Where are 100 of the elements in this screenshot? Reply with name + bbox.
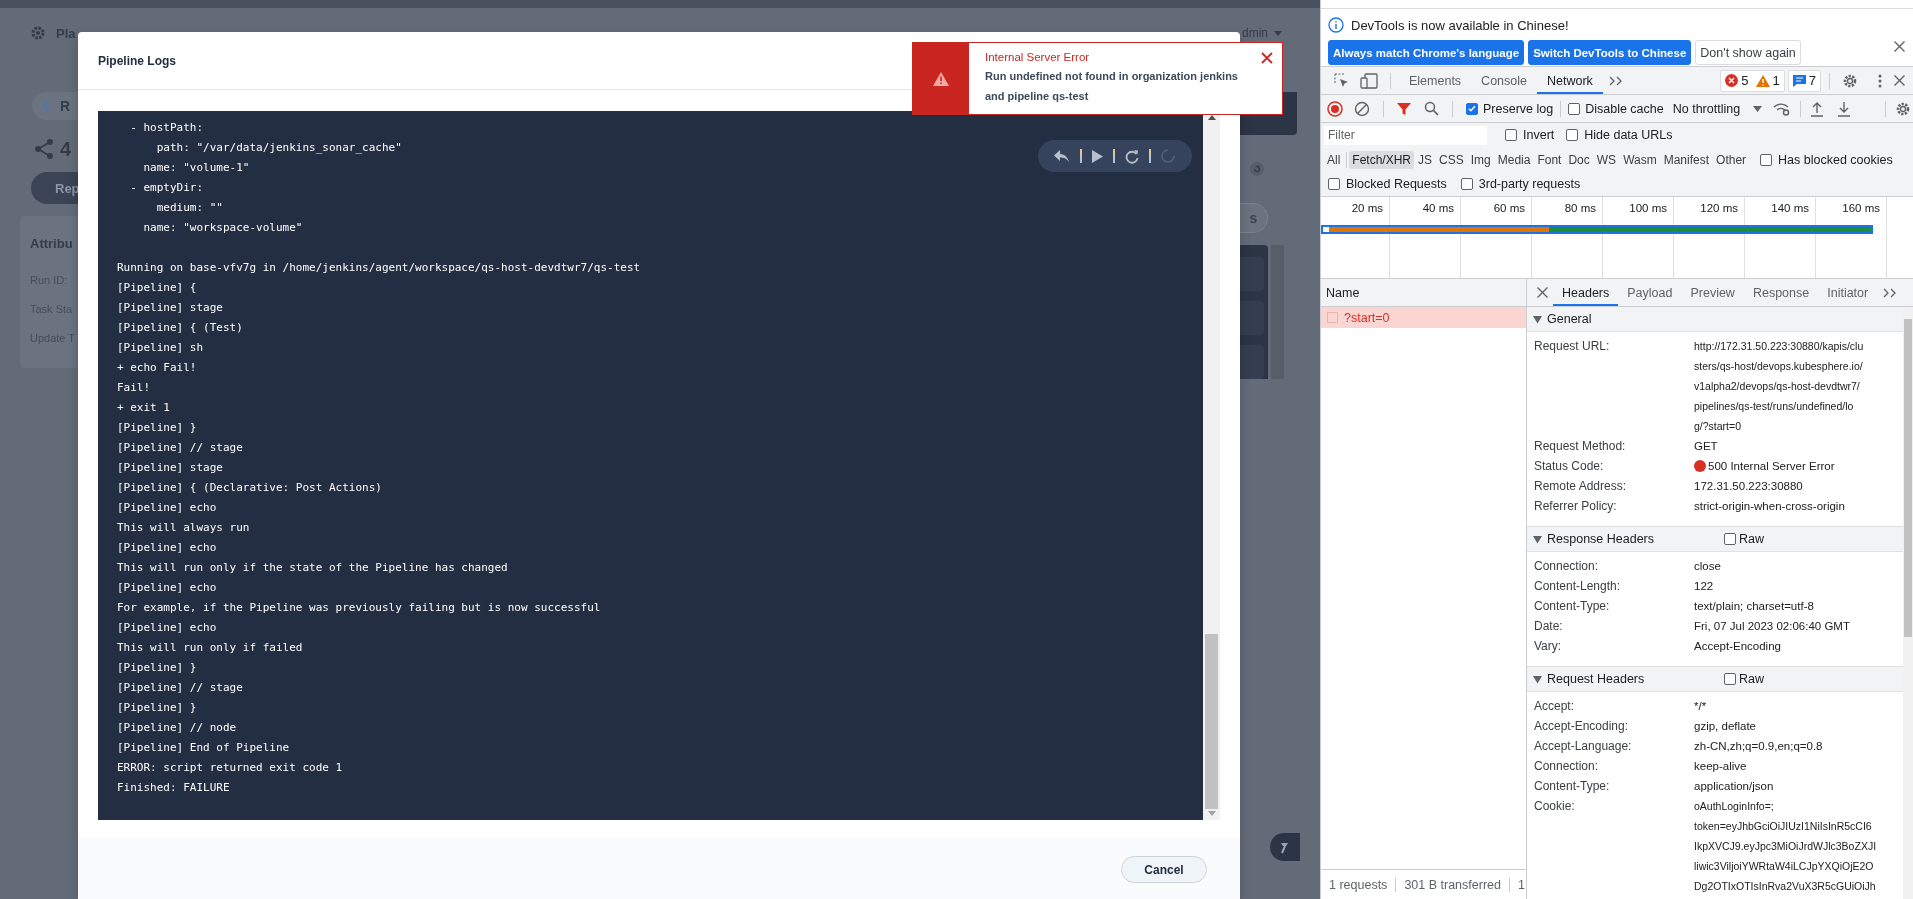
log-line: + echo Fail! bbox=[117, 360, 197, 376]
type-filter[interactable]: Other bbox=[1713, 150, 1750, 169]
type-filter[interactable]: JS bbox=[1415, 150, 1436, 169]
header-name: Referrer Policy: bbox=[1534, 498, 1618, 515]
header-name: Vary: bbox=[1534, 638, 1563, 655]
type-filter[interactable]: Font bbox=[1534, 150, 1565, 169]
log-line: Fail! bbox=[117, 380, 151, 396]
detail-tab[interactable]: Preview bbox=[1681, 279, 1744, 306]
log-line: For example, if the Pipeline was previously failing but is now successful bbox=[117, 600, 601, 616]
log-line: [Pipeline] } bbox=[117, 660, 197, 676]
header-value: strict-origin-when-cross-origin bbox=[1694, 499, 1845, 514]
header-name: Cookie: bbox=[1534, 798, 1576, 815]
header-name: Content-Type: bbox=[1534, 778, 1611, 795]
infobar-button[interactable]: Switch DevTools to Chinese bbox=[1528, 40, 1692, 65]
toast-message: Run undefined not found in organization jenkins and pipeline qs-test bbox=[985, 69, 1239, 104]
type-filter[interactable]: Media bbox=[1494, 150, 1534, 169]
type-filter[interactable]: All bbox=[1324, 150, 1344, 169]
header-value: Accept-Encoding bbox=[1694, 639, 1781, 654]
log-line: Finished: FAILURE bbox=[117, 780, 230, 796]
log-line: [Pipeline] stage bbox=[117, 300, 223, 316]
type-filter[interactable]: WS bbox=[1593, 150, 1620, 169]
type-filter[interactable]: Manifest bbox=[1660, 150, 1713, 169]
log-line: [Pipeline] { (Declarative: Post Actions) bbox=[117, 480, 382, 496]
log-line: path: "/var/data/jenkins_sonar_cache" bbox=[155, 140, 402, 156]
log-line: This will always run bbox=[117, 520, 250, 536]
filter-field[interactable]: Filter bbox=[1324, 125, 1487, 145]
option-label: Raw bbox=[1739, 672, 1764, 686]
header-value: Dg2OTIxOTIsInRva2VuX3R5cGUiOiJh bbox=[1694, 879, 1876, 894]
header-value: pipelines/qs-test/runs/undefined/lo bbox=[1694, 399, 1854, 414]
log-line: [Pipeline] // stage bbox=[117, 680, 243, 696]
option-label: 3rd-party requests bbox=[1478, 177, 1581, 191]
log-line: medium: "" bbox=[155, 200, 223, 216]
header-name: Request URL: bbox=[1534, 338, 1611, 355]
log-line: [Pipeline] } bbox=[117, 700, 197, 716]
header-value: */* bbox=[1694, 699, 1707, 714]
throttling-select[interactable]: No throttling bbox=[1672, 101, 1741, 116]
log-line: [Pipeline] { bbox=[117, 280, 197, 296]
section-header[interactable]: Request Headers Raw bbox=[1527, 667, 1903, 692]
header-value: sters/qs-host/devops.kubesphere.io/ bbox=[1694, 359, 1863, 374]
detail-tab[interactable]: Initiator bbox=[1818, 279, 1878, 306]
tick-label: 140 ms bbox=[1771, 202, 1809, 214]
detail-tab[interactable]: Payload bbox=[1618, 279, 1682, 306]
log-line: - hostPath: bbox=[129, 120, 204, 136]
header-name: Connection: bbox=[1534, 558, 1600, 575]
log-line: [Pipeline] echo bbox=[117, 620, 217, 636]
section-header[interactable]: General bbox=[1527, 307, 1903, 332]
tick-label: 160 ms bbox=[1842, 202, 1880, 214]
type-filter[interactable]: Doc bbox=[1565, 150, 1593, 169]
header-value: Fri, 07 Jul 2023 02:06:40 GMT bbox=[1694, 619, 1850, 634]
infobar-message: DevTools is now available in Chinese! bbox=[1351, 17, 1569, 33]
request-row[interactable]: ?start=0 bbox=[1321, 307, 1526, 328]
panel-tab[interactable]: Console bbox=[1471, 67, 1537, 94]
section-header[interactable]: Response Headers Raw bbox=[1527, 527, 1903, 552]
header-name: Connection: bbox=[1534, 758, 1600, 775]
log-line: [Pipeline] } bbox=[117, 420, 197, 436]
header-value: g/?start=0 bbox=[1694, 419, 1741, 434]
log-line: [Pipeline] echo bbox=[117, 500, 217, 516]
header-value: token=eyJhbGciOiJIUzI1NiIsInR5cCI6 bbox=[1694, 819, 1872, 834]
header-value: close bbox=[1694, 559, 1721, 574]
option-label: Raw bbox=[1739, 532, 1764, 546]
panel-tab[interactable]: Elements bbox=[1399, 67, 1472, 94]
infobar-button[interactable]: Don't show again bbox=[1695, 40, 1801, 65]
cancel-button[interactable]: Cancel bbox=[1121, 856, 1207, 883]
error-count: 5 bbox=[1741, 73, 1749, 88]
header-value: zh-CN,zh;q=0.9,en;q=0.8 bbox=[1694, 739, 1823, 754]
header-name: Accept: bbox=[1534, 698, 1576, 715]
type-filter[interactable]: CSS bbox=[1436, 150, 1467, 169]
header-value: http://172.31.50.223:30880/kapis/clu bbox=[1694, 339, 1864, 354]
tick-label: 80 ms bbox=[1564, 202, 1596, 214]
header-name: Date: bbox=[1534, 618, 1564, 635]
header-value: IkpXVCJ9.eyJpc3MiOiJrdWJlc3BoZXJI bbox=[1694, 839, 1877, 854]
issue-counter[interactable]: 5 1 bbox=[1720, 69, 1785, 92]
detail-tab[interactable]: Response bbox=[1743, 279, 1819, 306]
option-label: Has blocked cookies bbox=[1778, 152, 1893, 167]
log-line: [Pipeline] End of Pipeline bbox=[117, 740, 290, 756]
header-value: GET bbox=[1694, 439, 1718, 454]
log-line: [Pipeline] { (Test) bbox=[117, 320, 243, 336]
type-filter[interactable]: Fetch/XHR bbox=[1349, 150, 1415, 169]
header-name: Content-Length: bbox=[1534, 578, 1622, 595]
header-name: Status Code: bbox=[1534, 458, 1605, 475]
log-line: [Pipeline] stage bbox=[117, 460, 223, 476]
type-filter[interactable]: Wasm bbox=[1620, 150, 1660, 169]
header-value: keep-alive bbox=[1694, 759, 1747, 774]
infobar-button[interactable]: Always match Chrome's language bbox=[1328, 40, 1525, 65]
log-line: This will run only if the state of the Pipeline has changed bbox=[117, 560, 508, 576]
header-name: Accept-Encoding: bbox=[1534, 718, 1630, 735]
tick-label: 120 ms bbox=[1700, 202, 1738, 214]
type-filter[interactable]: Img bbox=[1467, 150, 1494, 169]
message-counter[interactable]: 7 bbox=[1787, 69, 1821, 92]
log-line: [Pipeline] echo bbox=[117, 540, 217, 556]
header-value: text/plain; charset=utf-8 bbox=[1694, 599, 1814, 614]
status-text: 301 B transferred bbox=[1396, 877, 1510, 892]
log-line: + exit 1 bbox=[117, 400, 170, 416]
header-value: 500 Internal Server Error bbox=[1708, 459, 1835, 474]
header-value: 122 bbox=[1694, 579, 1714, 594]
log-line: [Pipeline] // node bbox=[117, 720, 237, 736]
header-value: oAuthLoginInfo=; bbox=[1694, 799, 1774, 814]
dialog-title: Pipeline Logs bbox=[98, 53, 176, 68]
option-label: Disable cache bbox=[1585, 101, 1664, 116]
header-name: Request Method: bbox=[1534, 438, 1627, 455]
